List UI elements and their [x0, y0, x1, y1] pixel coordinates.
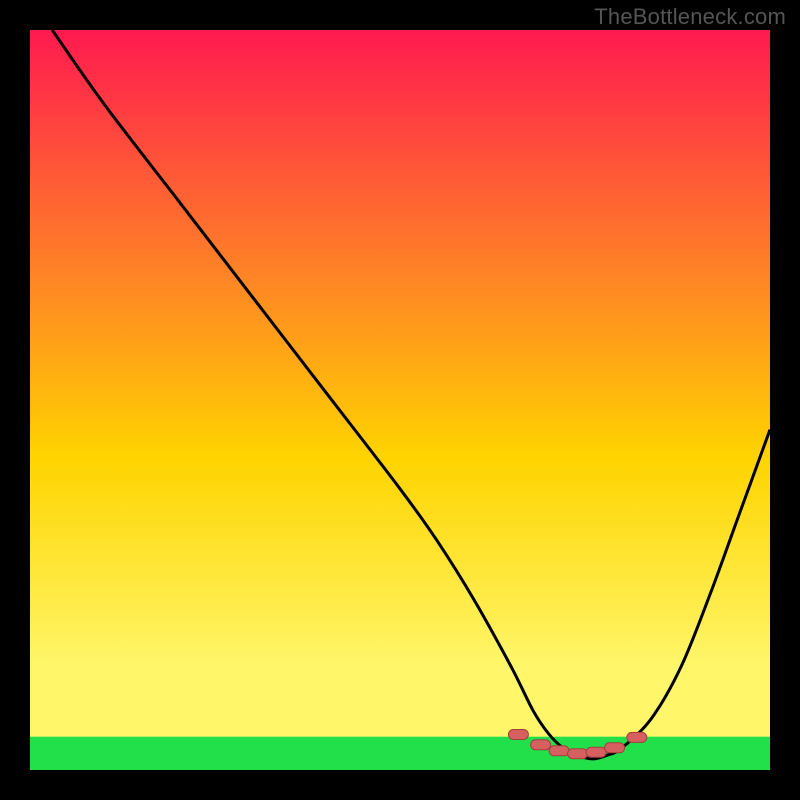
optimal-band	[30, 737, 770, 770]
bottleneck-chart	[30, 30, 770, 770]
heatmap-background	[30, 30, 770, 770]
plot-area	[30, 30, 770, 770]
sweet-spot-marker	[605, 743, 625, 753]
sweet-spot-marker	[549, 746, 569, 756]
sweet-spot-marker	[568, 749, 588, 759]
sweet-spot-marker	[508, 730, 528, 740]
chart-stage: TheBottleneck.com	[0, 0, 800, 800]
sweet-spot-marker	[627, 732, 647, 742]
sweet-spot-marker	[531, 740, 551, 750]
watermark-text: TheBottleneck.com	[594, 4, 786, 30]
sweet-spot-marker	[586, 747, 606, 757]
